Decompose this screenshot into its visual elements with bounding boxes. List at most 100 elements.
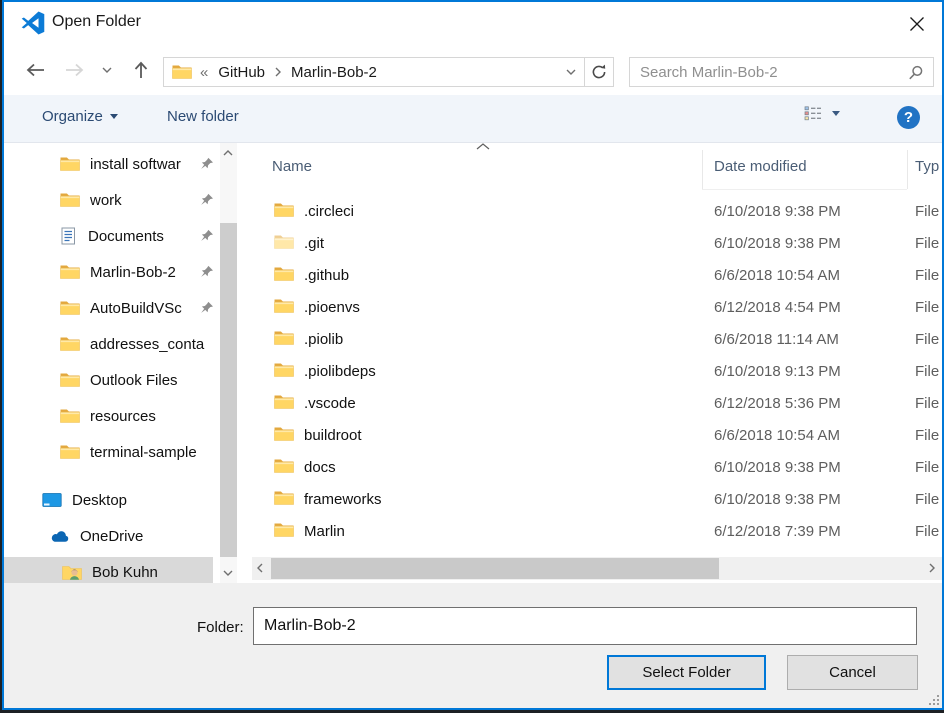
file-row-piolibdeps[interactable]: .piolibdeps 6/10/2018 9:13 PM File [244, 356, 942, 388]
select-folder-button[interactable]: Select Folder [607, 655, 766, 690]
sidebar-item-terminal-sample[interactable]: terminal-sample [60, 438, 218, 466]
sidebar-item-label: Marlin-Bob-2 [90, 264, 176, 281]
folder-icon [274, 330, 294, 346]
file-name: .pioenvs [304, 299, 360, 316]
close-icon [909, 16, 925, 32]
folder-icon [274, 202, 294, 218]
refresh-button[interactable] [584, 58, 613, 86]
file-list-horizontal-scrollbar[interactable] [252, 557, 942, 580]
recent-locations-button[interactable] [96, 55, 118, 85]
pin-icon [200, 193, 214, 207]
magnifier-icon[interactable] [908, 65, 924, 81]
pin-icon [200, 229, 214, 243]
file-name: .vscode [304, 395, 356, 412]
back-button[interactable] [20, 55, 50, 85]
file-row-vscode[interactable]: .vscode 6/12/2018 5:36 PM File [244, 388, 942, 420]
sidebar-item-addresses-conta[interactable]: addresses_conta [60, 330, 216, 358]
folder-icon [60, 300, 80, 316]
folder-icon [274, 490, 294, 506]
file-row-pioenvs[interactable]: .pioenvs 6/12/2018 4:54 PM File [244, 292, 942, 324]
sidebar-item-marlin-bob-2[interactable]: Marlin-Bob-2 [60, 258, 200, 286]
sidebar-scrollbar[interactable] [220, 143, 237, 583]
file-row-docs[interactable]: docs 6/10/2018 9:38 PM File [244, 452, 942, 484]
sidebar-item-onedrive[interactable]: OneDrive [50, 522, 216, 550]
navigation-bar: « GitHub Marlin-Bob-2 [4, 45, 942, 95]
sidebar-item-outlook-files[interactable]: Outlook Files [60, 366, 216, 394]
scroll-right-arrow-icon[interactable] [924, 560, 940, 576]
chevron-right-icon[interactable] [271, 69, 285, 75]
file-date: 6/12/2018 4:54 PM [714, 299, 841, 316]
folder-icon [60, 192, 80, 208]
column-separator[interactable] [907, 150, 908, 189]
breadcrumb-parent[interactable]: GitHub [212, 64, 271, 81]
folder-icon [60, 408, 80, 424]
scrollbar-thumb[interactable] [220, 223, 237, 557]
folder-icon [60, 264, 80, 280]
file-row-circleci[interactable]: .circleci 6/10/2018 9:38 PM File [244, 196, 942, 228]
chevron-down-icon [566, 69, 576, 75]
sidebar-item-work[interactable]: work [60, 186, 200, 214]
folder-icon [274, 362, 294, 378]
forward-button[interactable] [60, 55, 90, 85]
resize-grip[interactable] [929, 695, 939, 705]
column-header-type[interactable]: Typ [915, 158, 939, 175]
sidebar-item-label: terminal-sample [90, 444, 197, 461]
file-type: File [915, 427, 939, 444]
file-type: File [915, 203, 939, 220]
sort-ascending-icon [476, 143, 490, 150]
file-row-github[interactable]: .github 6/6/2018 10:54 AM File [244, 260, 942, 292]
column-header-name[interactable]: Name [272, 158, 312, 175]
change-view-button[interactable] [804, 106, 840, 121]
new-folder-button[interactable]: New folder [167, 108, 239, 125]
sidebar-item-label: OneDrive [80, 528, 143, 545]
column-header-date-modified[interactable]: Date modified [714, 158, 807, 175]
file-date: 6/10/2018 9:38 PM [714, 203, 841, 220]
pin-icon [200, 157, 214, 171]
select-folder-label: Select Folder [642, 664, 730, 681]
file-row-marlin[interactable]: Marlin 6/12/2018 7:39 PM File [244, 516, 942, 548]
chevron-down-icon [102, 67, 112, 73]
sidebar-item-install-software[interactable]: install softwar [60, 150, 200, 178]
column-separator[interactable] [702, 150, 703, 189]
address-dropdown-button[interactable] [558, 58, 584, 86]
sidebar-item-desktop[interactable]: Desktop [42, 486, 216, 514]
help-button[interactable]: ? [897, 106, 920, 129]
sidebar-item-label: install softwar [90, 156, 181, 173]
file-list: .circleci 6/10/2018 9:38 PM File .git 6/… [244, 196, 942, 550]
up-button[interactable] [126, 55, 156, 85]
search-input[interactable] [640, 58, 900, 86]
file-type: File [915, 331, 939, 348]
scroll-left-arrow-icon[interactable] [252, 560, 268, 576]
scroll-up-arrow-icon[interactable] [220, 145, 236, 161]
file-type: File [915, 267, 939, 284]
onedrive-cloud-icon [50, 529, 70, 543]
close-button[interactable] [902, 9, 932, 39]
folder-icon [274, 266, 294, 282]
organize-menu-button[interactable]: Organize [42, 108, 118, 125]
file-date: 6/6/2018 10:54 AM [714, 427, 840, 444]
address-bar[interactable]: « GitHub Marlin-Bob-2 [163, 57, 614, 87]
file-row-buildroot[interactable]: buildroot 6/6/2018 10:54 AM File [244, 420, 942, 452]
file-row-frameworks[interactable]: frameworks 6/10/2018 9:38 PM File [244, 484, 942, 516]
file-date: 6/12/2018 5:36 PM [714, 395, 841, 412]
sidebar-item-documents[interactable]: Documents [58, 222, 200, 250]
sidebar-item-autobuildvsc[interactable]: AutoBuildVSc [60, 294, 200, 322]
arrow-left-icon [24, 63, 46, 77]
file-name: .github [304, 267, 349, 284]
folder-icon [274, 234, 294, 250]
file-type: File [915, 395, 939, 412]
file-row-git[interactable]: .git 6/10/2018 9:38 PM File [244, 228, 942, 260]
sidebar-item-label: addresses_conta [90, 336, 204, 353]
folder-icon [60, 156, 80, 172]
cancel-button[interactable]: Cancel [787, 655, 918, 690]
scroll-down-arrow-icon[interactable] [220, 565, 236, 581]
file-row-piolib[interactable]: .piolib 6/6/2018 11:14 AM File [244, 324, 942, 356]
file-name: .circleci [304, 203, 354, 220]
scrollbar-thumb[interactable] [271, 558, 719, 579]
sidebar-item-resources[interactable]: resources [60, 402, 216, 430]
folder-icon [274, 394, 294, 410]
breadcrumb-collapse[interactable]: « [192, 64, 212, 81]
folder-name-input[interactable] [253, 607, 917, 645]
breadcrumb-current[interactable]: Marlin-Bob-2 [285, 64, 383, 81]
sidebar-item-bob-kuhn[interactable]: Bob Kuhn [62, 558, 216, 586]
